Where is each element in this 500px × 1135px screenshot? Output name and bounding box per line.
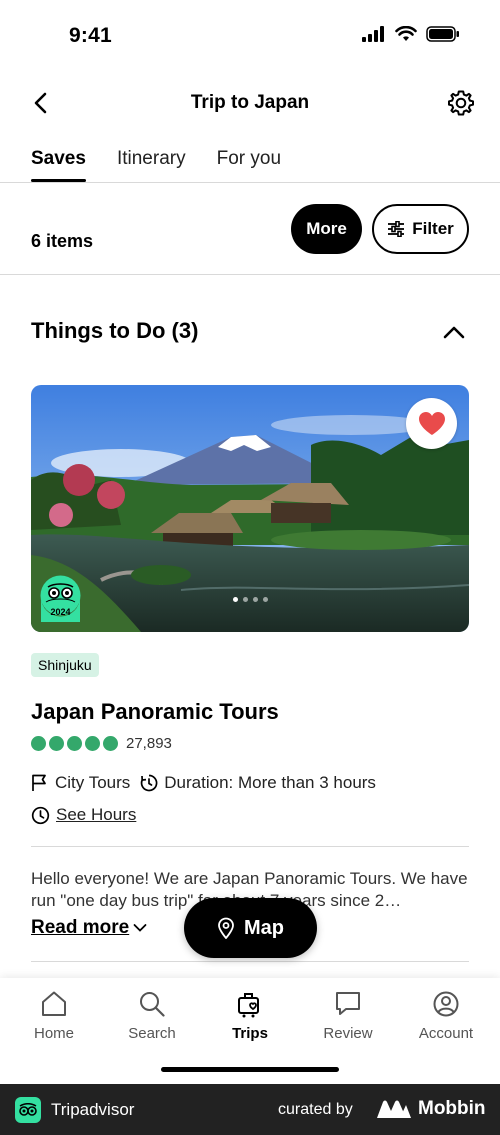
page-title: Trip to Japan <box>190 92 310 113</box>
nav-account-label: Account <box>418 1025 474 1042</box>
see-hours-link[interactable]: See Hours <box>56 805 136 825</box>
account-icon <box>433 991 459 1017</box>
location-tag: Shinjuku <box>31 653 99 677</box>
award-year: 2024 <box>50 607 71 617</box>
footer-partner: Mobbin <box>418 1098 486 1119</box>
signal-icon <box>362 26 384 42</box>
tab-saves[interactable]: Saves <box>31 148 86 182</box>
filter-button[interactable]: Filter <box>372 204 469 254</box>
pagination-dot <box>232 597 238 602</box>
review-icon <box>336 992 360 1015</box>
nav-trips-label: Trips <box>232 1025 268 1042</box>
mount-fuji-village-image <box>31 385 469 632</box>
chevron-up-icon <box>443 326 465 339</box>
gear-icon <box>448 90 474 116</box>
save-heart-button[interactable] <box>406 398 457 449</box>
category-label: City Tours <box>55 773 131 792</box>
pagination-dot <box>252 597 258 602</box>
rating-bubble <box>103 736 118 751</box>
status-time: 9:41 <box>69 24 112 47</box>
settings-button[interactable] <box>446 88 476 118</box>
listing-meta: City Tours Duration: More than 3 hours <box>31 773 376 793</box>
home-icon <box>42 991 66 1016</box>
rating: 27,893 <box>31 735 172 752</box>
rating-bubble <box>31 736 46 751</box>
footer-brand: Tripadvisor <box>51 1100 135 1119</box>
review-count: 27,893 <box>126 735 172 752</box>
nav-search[interactable]: Search <box>103 990 201 1042</box>
read-more-link[interactable]: Read more <box>31 917 147 939</box>
pagination-dot <box>242 597 248 602</box>
tab-for-you[interactable]: For you <box>217 148 281 182</box>
heart-icon <box>418 412 445 435</box>
footer-curated-by: curated by <box>278 1101 353 1118</box>
search-icon <box>140 992 165 1017</box>
footer-bar: Tripadvisor curated by Mobbin <box>0 1084 500 1135</box>
filter-icon <box>388 221 405 237</box>
rating-bubble <box>49 736 64 751</box>
pagination-dot <box>262 597 268 602</box>
items-count: 6 items <box>31 231 94 251</box>
duration-label: Duration: More than 3 hours <box>164 773 376 792</box>
more-button[interactable]: More <box>291 204 362 254</box>
nav-home-label: Home <box>33 1025 74 1042</box>
mobbin-logo: Mobbin <box>376 1098 486 1120</box>
tab-itinerary[interactable]: Itinerary <box>117 148 186 182</box>
nav-search-label: Search <box>128 1025 176 1042</box>
clock-icon <box>31 806 50 824</box>
read-more-label: Read more <box>31 917 130 938</box>
battery-icon <box>426 26 459 42</box>
map-button[interactable]: Map <box>184 898 317 958</box>
tabs-divider <box>0 182 500 183</box>
map-pin-icon <box>218 917 234 939</box>
section-title: Things to Do (3) <box>31 318 199 343</box>
rating-bubble <box>85 736 100 751</box>
hours-row: See Hours <box>31 805 136 825</box>
nav-review-label: Review <box>323 1025 373 1042</box>
nav-account[interactable]: Account <box>397 990 495 1042</box>
trips-icon <box>238 993 259 1018</box>
rating-bubble <box>67 736 82 751</box>
listing-name[interactable]: Japan Panoramic Tours <box>31 699 279 725</box>
card-bottom-divider <box>31 961 469 962</box>
home-indicator <box>161 1067 339 1072</box>
chevron-down-icon <box>133 924 147 932</box>
nav-trips[interactable]: Trips <box>201 990 299 1042</box>
filter-label: Filter <box>412 219 454 238</box>
mobbin-icon <box>377 1100 411 1118</box>
timer-icon <box>141 774 158 792</box>
details-divider <box>31 846 469 847</box>
nav-home[interactable]: Home <box>5 990 103 1042</box>
wifi-icon <box>395 26 417 41</box>
listing-photo[interactable] <box>31 385 469 632</box>
nav-review[interactable]: Review <box>299 990 397 1042</box>
photo-pagination <box>0 597 500 602</box>
tripadvisor-logo-icon <box>15 1097 41 1123</box>
collapse-section-button[interactable] <box>442 320 466 344</box>
tab-bar: Saves Itinerary For you <box>31 148 281 182</box>
flag-icon <box>32 774 46 791</box>
status-icons <box>362 26 460 42</box>
map-label: Map <box>244 916 284 939</box>
toolbar-divider <box>0 274 500 275</box>
